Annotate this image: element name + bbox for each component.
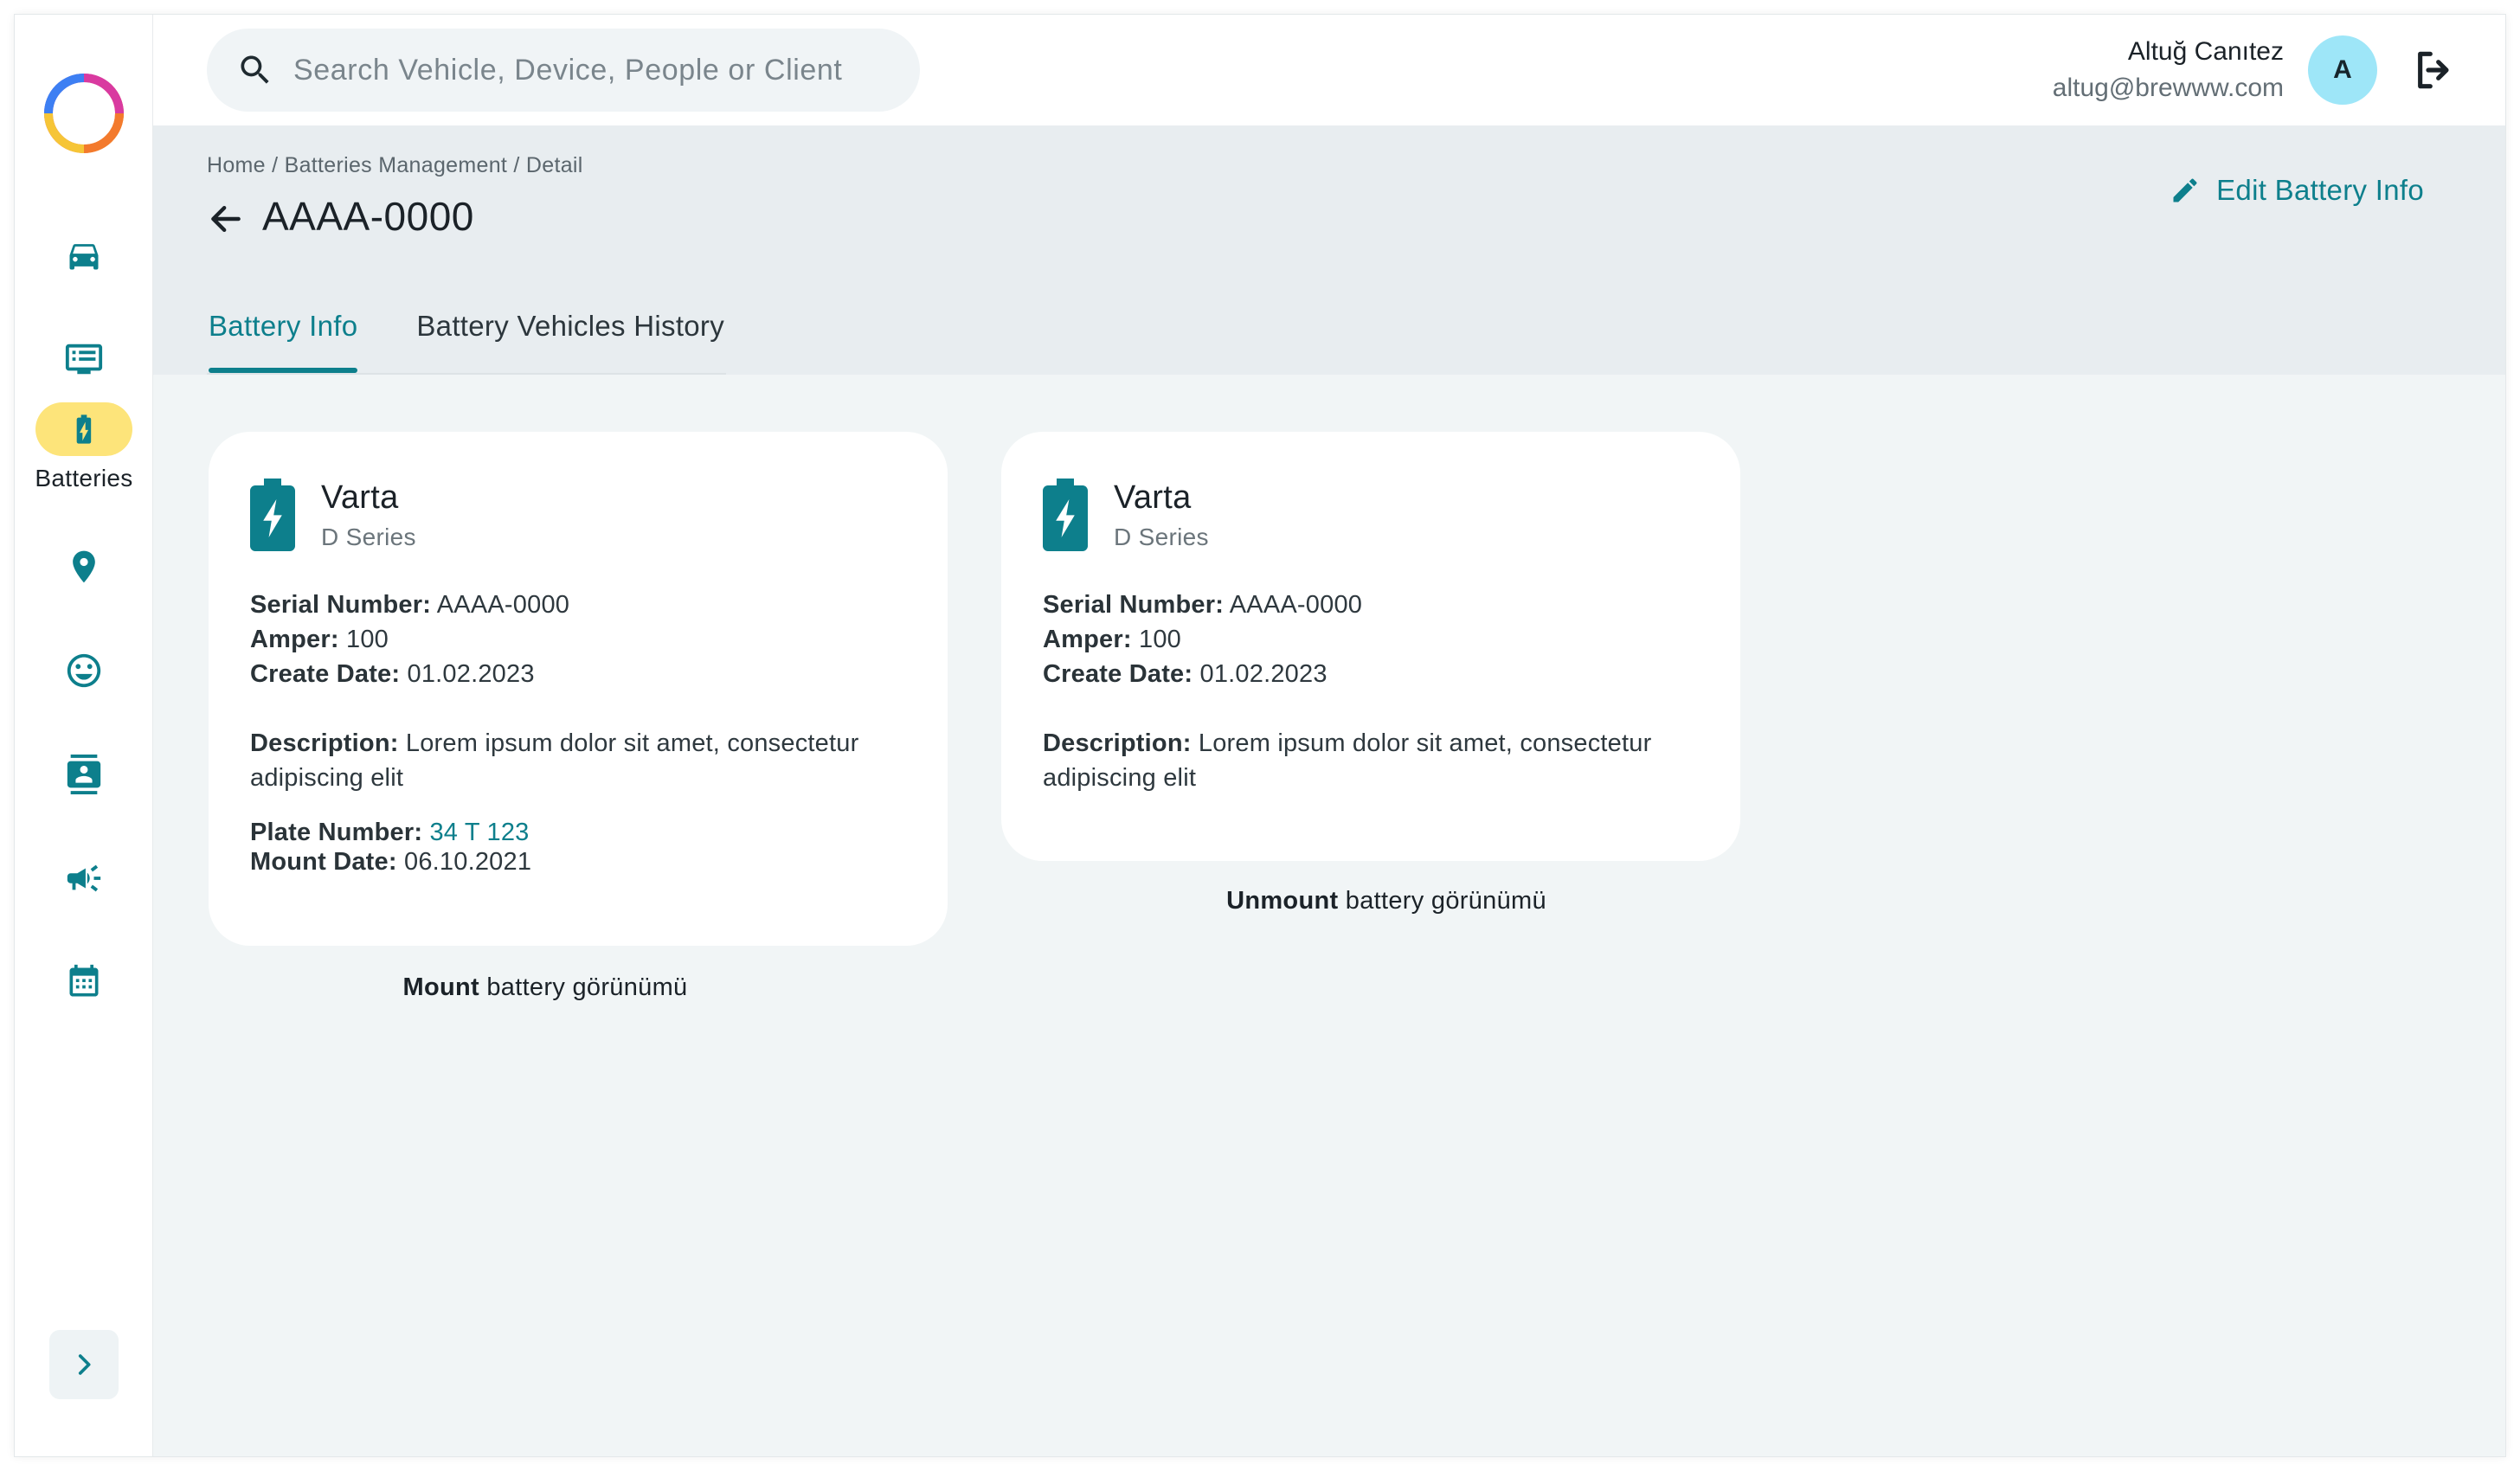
description-label: Description: xyxy=(1043,729,1192,757)
breadcrumb[interactable]: Home / Batteries Management / Detail xyxy=(207,153,583,178)
serial-value: AAAA-0000 xyxy=(1229,591,1363,619)
search-input[interactable] xyxy=(293,53,847,87)
sidebar-item-vehicles[interactable] xyxy=(15,231,153,279)
tab-bar: Battery Info Battery Vehicles History xyxy=(207,299,727,375)
brand-logo-icon[interactable] xyxy=(39,68,129,158)
battery-brand: Varta xyxy=(321,479,399,516)
app-window: Batteries Search Vehicle, Device, People… xyxy=(14,14,2506,1457)
edit-battery-info-button[interactable]: Edit Battery Info xyxy=(2170,174,2424,207)
amper-value: 100 xyxy=(345,626,389,653)
active-indicator xyxy=(35,402,132,456)
serial-label: Serial Number: xyxy=(250,591,432,619)
create-date-value: 01.02.2023 xyxy=(1199,660,1328,688)
battery-brand: Varta xyxy=(1114,479,1192,516)
caption-text: battery görünümü xyxy=(1345,887,1546,915)
edit-button-label: Edit Battery Info xyxy=(2216,174,2424,206)
mount-date-label: Mount Date: xyxy=(250,848,397,876)
pencil-icon xyxy=(2173,178,2197,202)
contact-card-icon xyxy=(60,750,108,799)
create-date-label: Create Date: xyxy=(250,660,401,688)
logout-icon[interactable] xyxy=(2410,46,2459,94)
amper-label: Amper: xyxy=(1043,626,1132,653)
sidebar-item-devices[interactable] xyxy=(15,335,153,383)
battery-details: Serial Number: AAAA-0000 Amper: 100 Crea… xyxy=(1043,588,1699,795)
location-pin-icon xyxy=(60,543,108,591)
search-icon xyxy=(241,55,269,84)
sidebar: Batteries xyxy=(15,15,153,1456)
tab-battery-info[interactable]: Battery Info xyxy=(207,299,359,373)
unmount-caption: Unmount battery görünümü xyxy=(1001,887,1771,915)
sidebar-item-label: Batteries xyxy=(35,465,133,491)
caption-bold: Unmount xyxy=(1226,887,1339,915)
chevron-right-icon xyxy=(78,1354,91,1375)
description-label: Description: xyxy=(250,729,399,757)
battery-charging-icon xyxy=(1043,479,1088,551)
amper-value: 100 xyxy=(1138,626,1181,653)
page-header: Home / Batteries Management / Detail AAA… xyxy=(153,125,2505,375)
sidebar-item-locations[interactable] xyxy=(15,543,153,591)
user-info: Altuğ Canıtez altug@brewww.com xyxy=(2053,34,2284,106)
page-title: AAAA-0000 xyxy=(262,194,474,239)
plate-number-label: Plate Number: xyxy=(250,819,423,846)
create-date-label: Create Date: xyxy=(1043,660,1193,688)
mount-date-value: 06.10.2021 xyxy=(404,848,532,876)
sidebar-item-clients[interactable] xyxy=(15,750,153,799)
calendar-icon xyxy=(60,958,108,1006)
sidebar-item-calendar[interactable] xyxy=(15,958,153,1006)
avatar[interactable]: A xyxy=(2308,35,2377,105)
car-icon xyxy=(60,231,108,279)
serial-label: Serial Number: xyxy=(1043,591,1225,619)
battery-series: D Series xyxy=(321,524,416,550)
megaphone-icon xyxy=(60,854,108,903)
battery-details: Serial Number: AAAA-0000 Amper: 100 Crea… xyxy=(250,588,906,877)
monitor-list-icon xyxy=(60,335,108,383)
caption-text: battery görünümü xyxy=(486,973,688,1001)
user-email: altug@brewww.com xyxy=(2052,74,2284,102)
caption-bold: Mount xyxy=(402,973,479,1001)
back-arrow-icon[interactable] xyxy=(207,200,245,238)
battery-charging-icon xyxy=(76,414,92,444)
plate-number-link[interactable]: 34 T 123 xyxy=(429,819,529,846)
sidebar-item-campaigns[interactable] xyxy=(15,854,153,903)
sidebar-item-people[interactable] xyxy=(15,646,153,695)
top-bar: Altuğ Canıtez altug@brewww.com A xyxy=(153,15,2505,125)
user-name: Altuğ Canıtez xyxy=(2127,37,2284,66)
amper-label: Amper: xyxy=(250,626,339,653)
serial-value: AAAA-0000 xyxy=(436,591,570,619)
search-bar[interactable] xyxy=(207,29,920,112)
mount-caption: Mount battery görünümü xyxy=(209,973,882,1002)
battery-card-unmounted: Varta D Series Serial Number: AAAA-0000 … xyxy=(1001,432,1740,861)
battery-card-mounted: Varta D Series Serial Number: AAAA-0000 … xyxy=(209,432,948,946)
smiley-icon xyxy=(60,646,108,695)
tab-battery-vehicles-history[interactable]: Battery Vehicles History xyxy=(415,299,726,373)
expand-sidebar-button[interactable] xyxy=(49,1330,119,1399)
battery-series: D Series xyxy=(1114,524,1209,550)
create-date-value: 01.02.2023 xyxy=(407,660,535,688)
sidebar-item-batteries[interactable]: Batteries xyxy=(15,402,153,492)
battery-charging-icon xyxy=(250,479,295,551)
